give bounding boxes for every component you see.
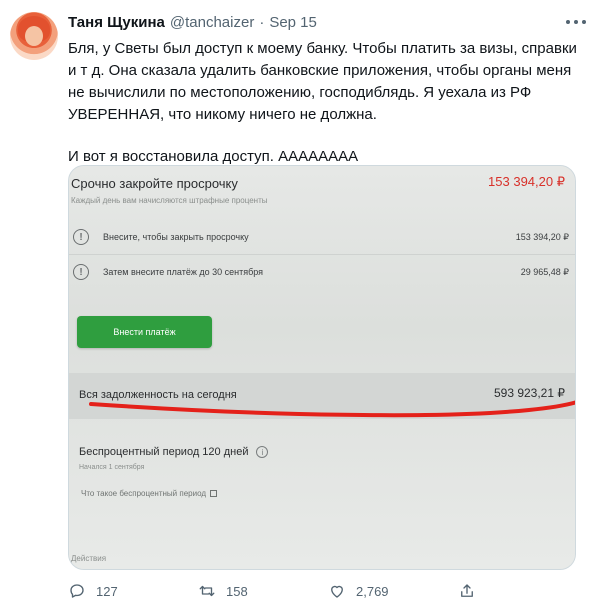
share-button[interactable]: [458, 582, 588, 600]
author-handle[interactable]: @tanchaizer: [170, 14, 254, 31]
photo-grace-started: Начался 1 сентября: [79, 464, 145, 471]
reply-count: 127: [96, 583, 118, 599]
author-name[interactable]: Таня Щукина: [68, 14, 165, 31]
photo-actions-label: Действия: [71, 554, 107, 563]
photo-grace-period: Беспроцентный период 120 дней i: [79, 446, 269, 458]
photo-row-close-overdue: ! Внесите, чтобы закрыть просрочку 153 3…: [73, 224, 569, 250]
photo-overdue-amount: 153 394,20 ₽: [488, 174, 565, 189]
avatar[interactable]: [10, 12, 58, 60]
photo-row2-value: 29 965,48 ₽: [520, 266, 569, 277]
separator-dot: ·: [259, 13, 265, 31]
photo-grace-title: Беспроцентный период 120 дней: [79, 446, 249, 458]
more-icon[interactable]: [566, 14, 586, 30]
tweet: Таня Щукина @tanchaizer · Sep 15 Бля, у …: [0, 0, 603, 608]
tweet-action-bar: 127 158 2,769: [68, 580, 588, 602]
photo-grace-link-text: Что такое беспроцентный период: [81, 489, 207, 498]
retweet-icon: [199, 585, 215, 597]
tweet-date[interactable]: Sep 15: [269, 14, 317, 31]
like-icon: [331, 585, 343, 598]
like-button[interactable]: 2,769: [328, 582, 458, 600]
retweet-count: 158: [226, 583, 248, 599]
tweet-header: Таня Щукина @tanchaizer · Sep 15: [68, 12, 317, 32]
reply-button[interactable]: 127: [68, 582, 198, 600]
photo-pay-button: Внести платёж: [77, 316, 212, 348]
photo-grace-link: Что такое беспроцентный период: [81, 489, 218, 498]
photo-row-next-payment: ! Затем внесите платёж до 30 сентября 29…: [73, 259, 569, 285]
retweet-button[interactable]: 158: [198, 582, 328, 600]
photo-row2-label: Затем внесите платёж до 30 сентября: [103, 267, 264, 277]
tweet-photo[interactable]: Срочно закройте просрочку 153 394,20 ₽ К…: [68, 165, 576, 570]
info-icon: !: [73, 264, 89, 280]
avatar-face: [25, 26, 43, 46]
like-count: 2,769: [356, 583, 389, 599]
external-link-icon: [210, 490, 218, 497]
tweet-text: Бля, у Светы был доступ к моему банку. Ч…: [68, 38, 588, 168]
photo-total-debt-label: Вся задолженность на сегодня: [79, 389, 237, 401]
tweet-paragraph-1: Бля, у Светы был доступ к моему банку. Ч…: [68, 40, 577, 123]
photo-subtitle: Каждый день вам начисляются штрафные про…: [71, 196, 268, 205]
photo-divider: [69, 254, 575, 255]
photo-row1-label: Внесите, чтобы закрыть просрочку: [103, 232, 249, 242]
reply-icon: [70, 584, 84, 598]
info-icon: !: [73, 229, 89, 245]
photo-overdue-title: Срочно закройте просрочку: [71, 176, 238, 191]
info-icon: i: [256, 446, 269, 458]
photo-total-debt-amount: 593 923,21 ₽: [493, 386, 565, 400]
share-icon: [461, 584, 473, 597]
photo-row1-value: 153 394,20 ₽: [515, 231, 569, 242]
